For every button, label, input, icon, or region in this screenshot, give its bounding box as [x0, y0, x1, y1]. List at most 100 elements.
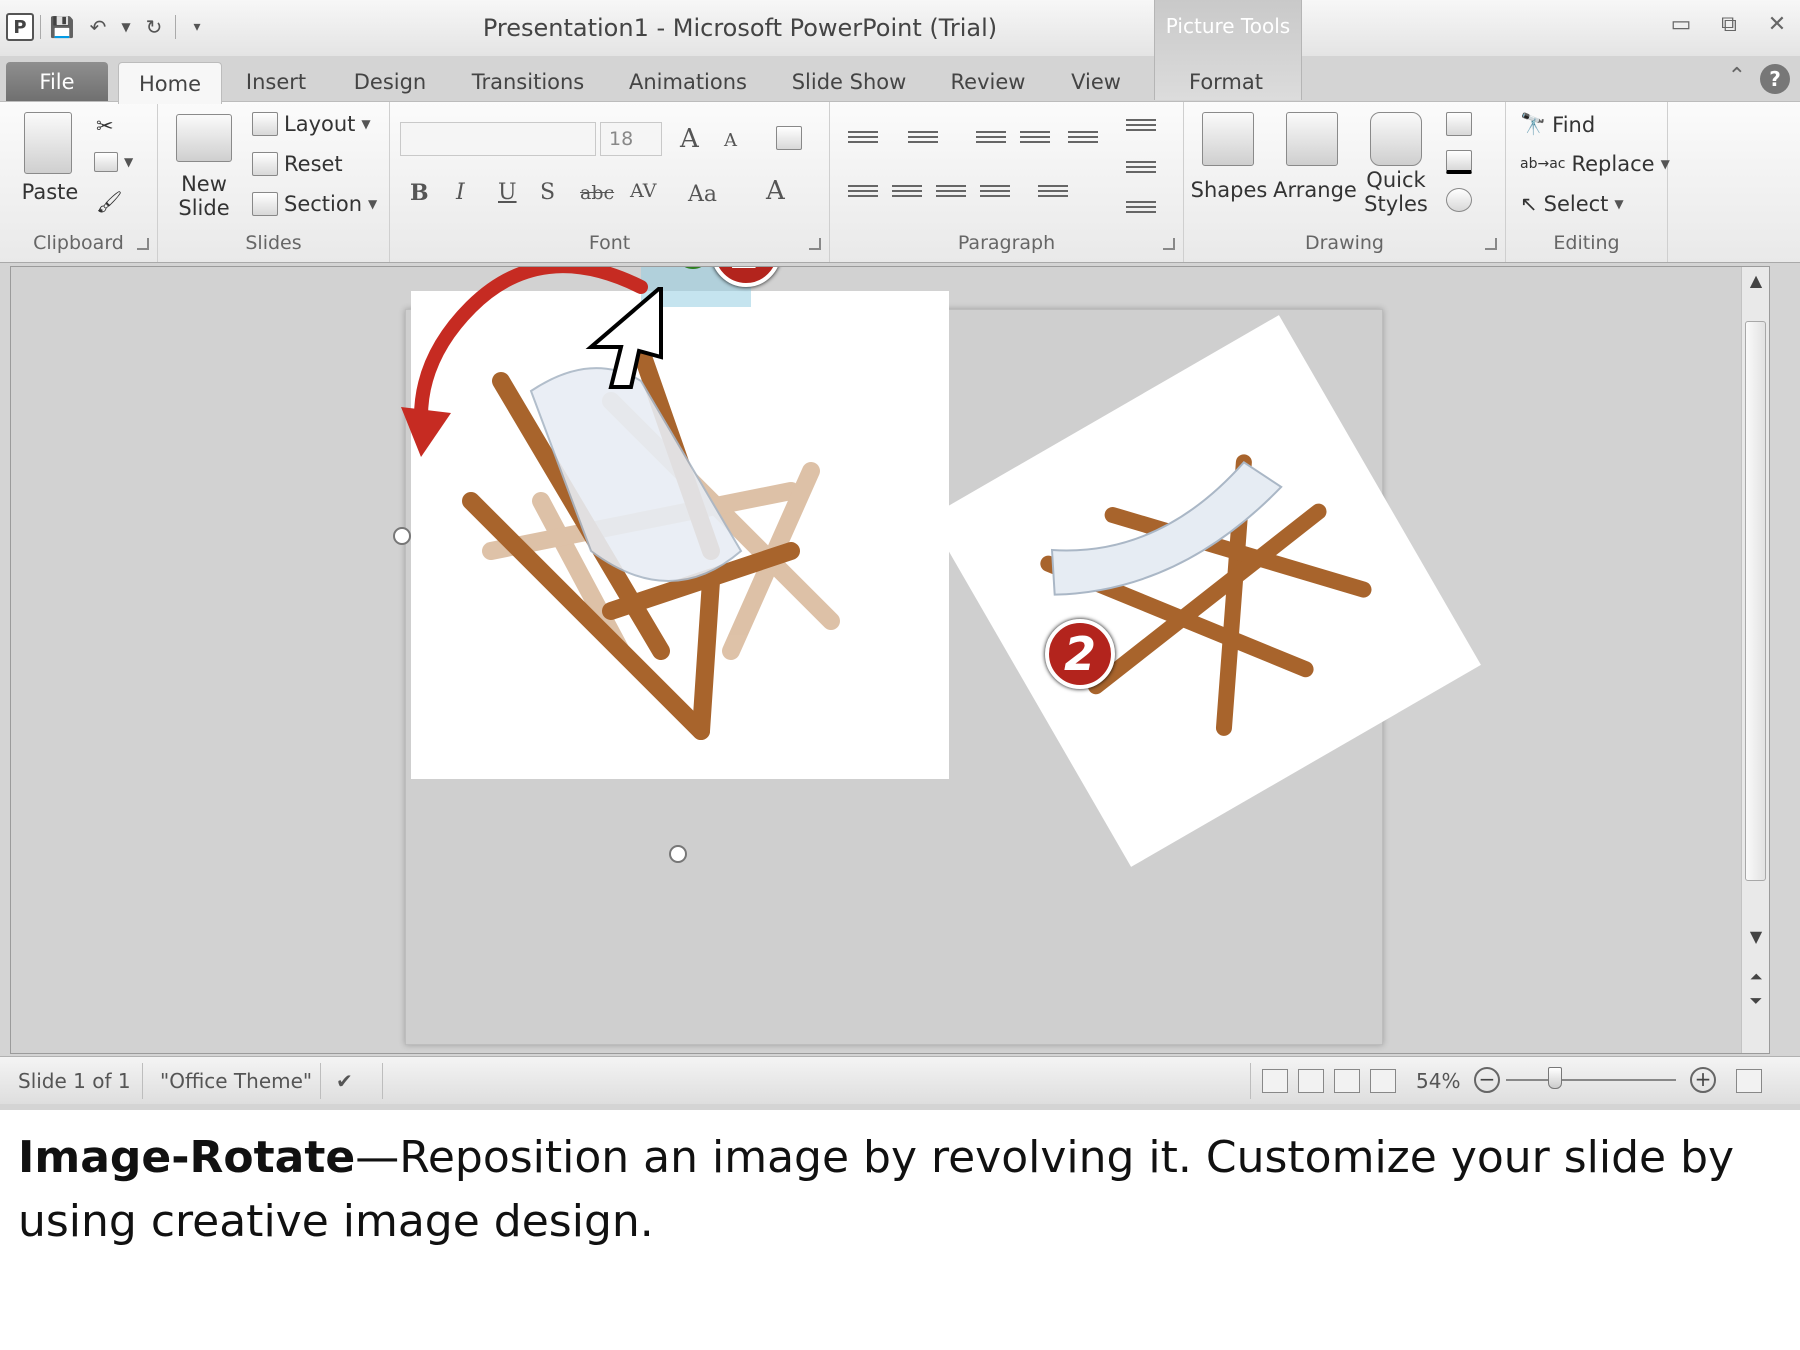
tab-insert[interactable]: Insert: [236, 62, 316, 102]
quick-styles-button[interactable]: Quick Styles: [1356, 168, 1436, 216]
copy-icon[interactable]: ▼: [94, 152, 133, 172]
undo-icon[interactable]: ↶: [83, 12, 113, 42]
redo-icon[interactable]: ↻: [139, 12, 169, 42]
drawing-group: Shapes Arrange Quick Styles Drawing: [1184, 102, 1506, 262]
tab-slide-show[interactable]: Slide Show: [784, 62, 914, 102]
align-right-icon[interactable]: [936, 182, 966, 204]
zoom-slider[interactable]: [1506, 1079, 1676, 1081]
scroll-thumb[interactable]: [1745, 321, 1766, 881]
format-painter-icon[interactable]: 🖌: [96, 190, 123, 215]
scroll-up-icon[interactable]: ▲: [1742, 271, 1769, 290]
align-text-icon[interactable]: [1126, 158, 1156, 180]
zoom-out-icon[interactable]: −: [1474, 1067, 1500, 1093]
status-bar: Slide 1 of 1 "Office Theme" ✔ 54% − +: [0, 1056, 1800, 1104]
new-slide-button[interactable]: New Slide: [166, 172, 242, 220]
line-spacing-icon[interactable]: [1068, 128, 1098, 150]
smartart-icon[interactable]: [1126, 198, 1156, 220]
shape-fill-icon[interactable]: [1446, 112, 1472, 136]
spell-check-icon[interactable]: ✔: [336, 1069, 353, 1093]
customize-qat-icon[interactable]: ▾: [182, 12, 212, 42]
fit-to-window-icon[interactable]: [1736, 1069, 1762, 1093]
app-logo[interactable]: P: [6, 13, 34, 41]
columns-icon[interactable]: [1038, 182, 1068, 204]
save-icon[interactable]: 💾: [47, 12, 77, 42]
shape-outline-icon[interactable]: [1446, 150, 1472, 174]
layout-button[interactable]: Layout ▼: [252, 112, 371, 136]
tab-home[interactable]: Home: [118, 62, 222, 104]
scroll-down-icon[interactable]: ▼: [1742, 927, 1769, 946]
increase-indent-icon[interactable]: [1020, 128, 1050, 150]
tab-review[interactable]: Review: [944, 62, 1032, 102]
vertical-scrollbar[interactable]: ▲ ▼ ⏶ ⏷: [1741, 267, 1769, 1053]
shrink-font-button[interactable]: A: [724, 130, 737, 151]
replace-button[interactable]: ab→ac Replace ▼: [1520, 152, 1670, 176]
shapes-icon[interactable]: [1202, 112, 1254, 166]
slide-counter: Slide 1 of 1: [18, 1069, 131, 1093]
underline-button[interactable]: U: [498, 180, 517, 205]
replace-icon: ab→ac: [1520, 156, 1566, 172]
next-slide-icon[interactable]: ⏷: [1742, 991, 1769, 1011]
maximize-icon[interactable]: ⧉: [1716, 12, 1742, 38]
strikethrough-button[interactable]: abc: [580, 182, 614, 204]
minimize-icon[interactable]: ▭: [1668, 12, 1694, 38]
font-launcher-icon[interactable]: [809, 238, 821, 250]
find-button[interactable]: 🔭 Find: [1520, 112, 1595, 137]
align-center-icon[interactable]: [892, 182, 922, 204]
arrange-button[interactable]: Arrange: [1272, 178, 1358, 202]
italic-button[interactable]: I: [456, 180, 465, 205]
decrease-indent-icon[interactable]: [976, 128, 1006, 150]
left-resize-handle[interactable]: [393, 527, 411, 545]
tab-design[interactable]: Design: [340, 62, 440, 102]
callout-2: 2: [1045, 619, 1115, 689]
paste-button[interactable]: Paste: [14, 180, 86, 204]
shadow-button[interactable]: S: [540, 180, 555, 205]
zoom-in-icon[interactable]: +: [1690, 1067, 1716, 1093]
shapes-button[interactable]: Shapes: [1186, 178, 1272, 202]
shape-effects-icon[interactable]: [1446, 188, 1472, 212]
font-family-select[interactable]: [400, 122, 596, 156]
select-button[interactable]: ↖ Select ▼: [1520, 192, 1624, 216]
tab-file[interactable]: File: [6, 62, 108, 102]
paragraph-launcher-icon[interactable]: [1163, 238, 1175, 250]
previous-slide-icon[interactable]: ⏶: [1742, 967, 1769, 987]
slide-sorter-icon[interactable]: [1298, 1069, 1324, 1093]
close-icon[interactable]: ✕: [1764, 12, 1790, 38]
font-size-select[interactable]: 18: [600, 122, 662, 156]
tab-animations[interactable]: Animations: [620, 62, 756, 102]
binoculars-icon: 🔭: [1520, 112, 1547, 136]
justify-icon[interactable]: [980, 182, 1010, 204]
quick-styles-icon[interactable]: [1370, 112, 1422, 166]
bold-button[interactable]: B: [410, 180, 429, 206]
powerpoint-window: P 💾 ↶ ▼ ↻ ▾ Presentation1 - Microsoft Po…: [0, 0, 1800, 1110]
grow-font-button[interactable]: A: [680, 124, 699, 154]
reading-view-icon[interactable]: [1334, 1069, 1360, 1093]
paste-icon[interactable]: [24, 112, 72, 174]
normal-view-icon[interactable]: [1262, 1069, 1288, 1093]
bottom-resize-handle[interactable]: [669, 845, 687, 863]
section-button[interactable]: Section ▼: [252, 192, 377, 216]
help-icon[interactable]: ?: [1760, 64, 1790, 94]
font-color-button[interactable]: A: [766, 176, 785, 206]
numbering-icon[interactable]: [908, 128, 938, 150]
tab-format[interactable]: Format: [1176, 62, 1276, 102]
new-slide-label-2: Slide: [178, 196, 230, 220]
bullets-icon[interactable]: [848, 128, 878, 150]
tab-transitions[interactable]: Transitions: [460, 62, 596, 102]
tab-view[interactable]: View: [1060, 62, 1132, 102]
character-spacing-button[interactable]: AV: [630, 180, 657, 202]
cut-icon[interactable]: ✂: [96, 114, 114, 138]
new-slide-icon[interactable]: [176, 114, 232, 162]
zoom-thumb[interactable]: [1548, 1067, 1562, 1089]
slide-show-icon[interactable]: [1370, 1069, 1396, 1093]
reset-button[interactable]: Reset: [252, 152, 343, 176]
undo-dropdown-icon[interactable]: ▼: [119, 12, 133, 42]
clipboard-launcher-icon[interactable]: [137, 238, 149, 250]
clear-formatting-icon[interactable]: [776, 126, 802, 150]
zoom-level[interactable]: 54%: [1416, 1069, 1460, 1093]
align-left-icon[interactable]: [848, 182, 878, 204]
arrange-icon[interactable]: [1286, 112, 1338, 166]
minimize-ribbon-icon[interactable]: ⌃: [1728, 64, 1746, 94]
drawing-launcher-icon[interactable]: [1485, 238, 1497, 250]
change-case-button[interactable]: Aa: [688, 182, 717, 207]
text-direction-icon[interactable]: [1126, 116, 1156, 138]
